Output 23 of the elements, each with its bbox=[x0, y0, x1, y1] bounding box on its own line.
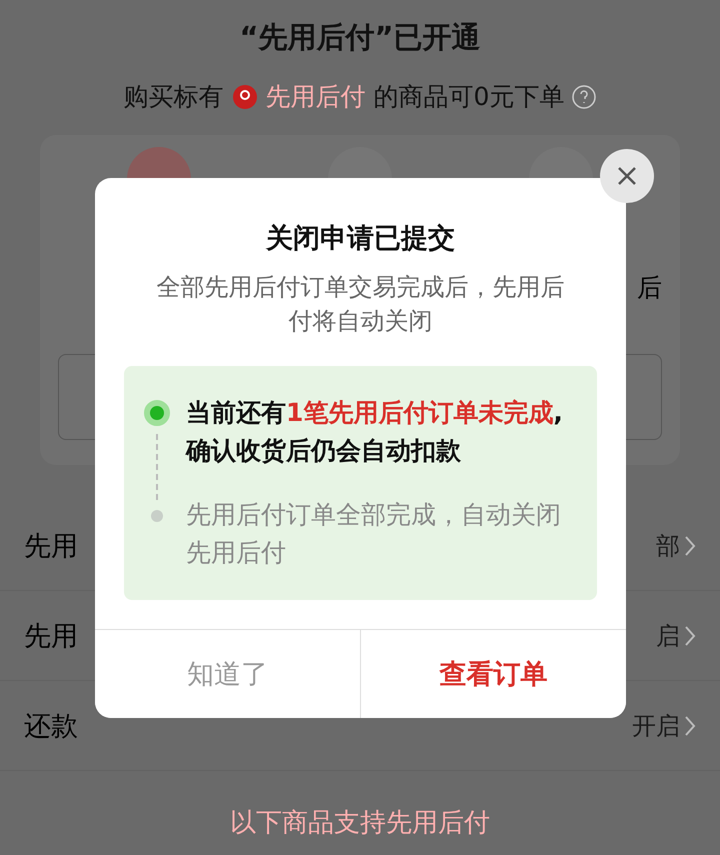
row-label: 还款 bbox=[24, 710, 78, 744]
row-value: 启 bbox=[656, 620, 680, 652]
section-heading: 以下商品支持先用后付 bbox=[229, 807, 491, 840]
dialog-description: 全部先用后付订单交易完成后，先用后付将自动关闭 bbox=[156, 272, 566, 337]
close-icon bbox=[617, 166, 637, 186]
row-value: 开启 bbox=[632, 710, 680, 742]
view-orders-button[interactable]: 查看订单 bbox=[360, 630, 626, 718]
chevron-icon bbox=[684, 624, 696, 646]
row-label: 先用 bbox=[24, 620, 78, 654]
subtitle-text: 的商品可0元下单 bbox=[374, 81, 564, 113]
row-value: 部 bbox=[656, 530, 680, 562]
page-title: “先用后付”已开通 bbox=[238, 19, 482, 56]
chevron-icon bbox=[684, 714, 696, 736]
help-icon[interactable] bbox=[572, 84, 596, 108]
feature-label: 后 bbox=[637, 272, 662, 304]
subtitle-text: 购买标有 bbox=[124, 81, 224, 113]
step-text: 先用后付订单全部完成，自动关闭先用后付 bbox=[186, 499, 562, 569]
step-text: 当前还有1笔先用后付订单未完成,确认收货后仍会自动扣款 bbox=[186, 397, 564, 467]
badge-text: 先用后付 bbox=[266, 81, 366, 113]
badge-icon bbox=[232, 84, 258, 110]
dialog-title: 关闭申请已提交 bbox=[264, 222, 456, 256]
row-label: 先用 bbox=[24, 530, 78, 564]
chevron-icon bbox=[684, 534, 696, 556]
